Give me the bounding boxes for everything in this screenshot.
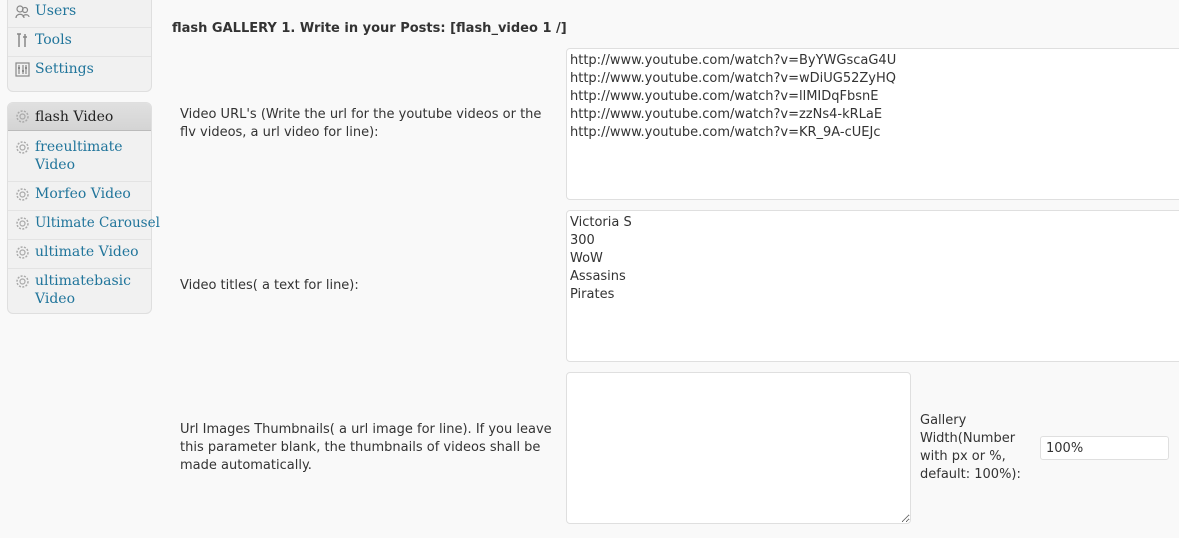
menu-item-tools[interactable]: Tools — [8, 31, 151, 51]
menu-divider — [8, 56, 151, 57]
menu-divider — [8, 239, 151, 240]
menu-item-label: Ultimate Carousel — [35, 215, 160, 231]
plugin-gear-icon — [16, 246, 29, 259]
menu-item-label: Users — [35, 3, 77, 19]
plugin-gear-icon — [16, 217, 29, 230]
menu-item-label: ultimatebasic Video — [35, 273, 131, 307]
menu-item-label: ultimate Video — [35, 244, 139, 260]
plugin-gear-icon — [16, 141, 29, 154]
menu-item-morfeo-video[interactable]: Morfeo Video — [8, 185, 151, 205]
menu-divider — [8, 268, 151, 269]
menu-item-label: Morfeo Video — [35, 186, 131, 202]
menu-divider — [8, 210, 151, 211]
menu-item-ultimate-carousel[interactable]: Ultimate Carousel — [8, 214, 160, 234]
video-urls-textarea[interactable]: http://www.youtube.com/watch?v=ByYWGscaG… — [566, 48, 1179, 200]
settings-icon — [15, 62, 30, 77]
plugin-gear-icon — [16, 188, 29, 201]
menu-divider — [8, 181, 151, 182]
menu-item-label: flash Video — [35, 109, 114, 125]
video-urls-label: Video URL's (Write the url for the youtu… — [180, 107, 542, 140]
users-icon — [15, 5, 30, 19]
plugin-gear-icon — [16, 275, 29, 288]
video-titles-textarea[interactable]: Victoria S 300 WoW Assasins Pirates — [566, 210, 1179, 362]
plugin-gear-icon — [16, 110, 29, 123]
admin-menu-group: Users Tools Settings — [7, 0, 152, 92]
menu-item-flash-video[interactable]: flash Video — [8, 103, 151, 131]
menu-item-ultimate-video[interactable]: ultimate Video — [8, 243, 151, 263]
gallery-width-label: Gallery Width(Number with px or %, defau… — [920, 413, 1021, 482]
thumbnails-label: Url Images Thumbnails( a url image for l… — [180, 422, 552, 473]
menu-item-label: Settings — [35, 61, 94, 77]
menu-item-label: Tools — [35, 32, 72, 48]
gallery-section-title: flash GALLERY 1. Write in your Posts: [f… — [172, 21, 567, 36]
menu-item-freeultimate-video[interactable]: freeultimate Video — [8, 138, 151, 176]
menu-item-settings[interactable]: Settings — [8, 60, 151, 80]
menu-divider — [8, 27, 151, 28]
menu-item-users[interactable]: Users — [8, 2, 151, 22]
tools-icon — [17, 33, 27, 47]
gallery-width-input[interactable] — [1040, 436, 1169, 460]
thumbnails-textarea[interactable] — [566, 372, 911, 524]
menu-item-label: freeultimate Video — [35, 139, 123, 173]
menu-item-ultimatebasic-video[interactable]: ultimatebasic Video — [8, 272, 151, 310]
video-titles-label: Video titles( a text for line): — [180, 278, 359, 293]
plugin-menu-group: flash Video freeultimate Video Morfeo Vi… — [7, 102, 160, 314]
